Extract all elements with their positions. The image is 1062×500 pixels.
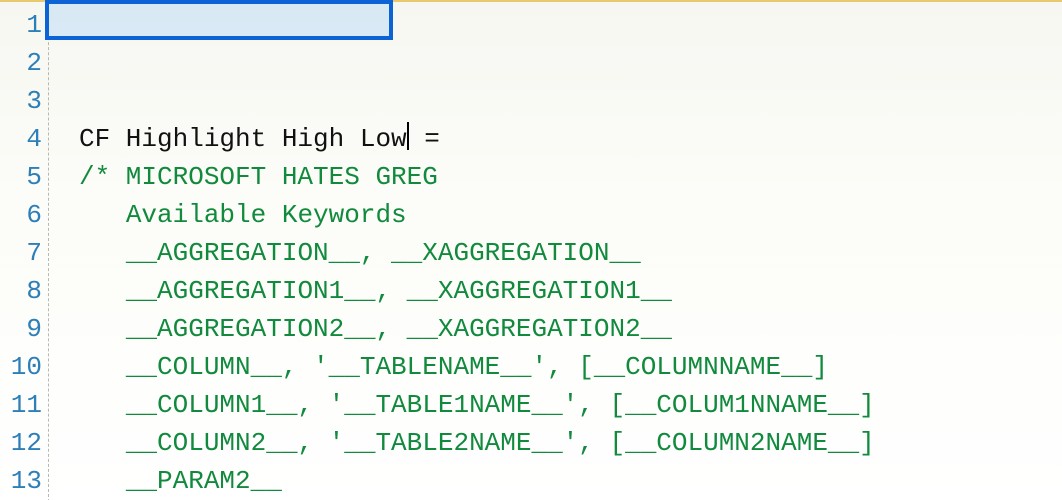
line-number: 3 xyxy=(0,82,48,120)
code-line[interactable]: __PARAM2__ xyxy=(79,462,1062,500)
code-text: __AGGREGATION__, __XAGGREGATION__ xyxy=(126,238,641,268)
indent xyxy=(79,390,126,420)
code-text: = xyxy=(409,124,440,154)
code-text: Available Keywords xyxy=(126,200,407,230)
line-number: 7 xyxy=(0,234,48,272)
code-text: __PARAM2__ xyxy=(126,466,282,496)
line-number: 11 xyxy=(0,386,48,424)
code-line[interactable]: __COLUMN1__, '__TABLE1NAME__', [__COLUM1… xyxy=(79,386,1062,424)
indent xyxy=(79,466,126,496)
indent xyxy=(79,314,126,344)
code-line[interactable]: /* MICROSOFT HATES GREG xyxy=(79,158,1062,196)
code-line[interactable]: CF Highlight High Low = xyxy=(79,120,1062,158)
code-line[interactable]: __COLUMN__, '__TABLENAME__', [__COLUMNNA… xyxy=(79,348,1062,386)
line-number: 12 xyxy=(0,424,48,462)
code-text: /* MICROSOFT HATES GREG xyxy=(79,162,438,192)
code-area[interactable]: CF Highlight High Low = /* MICROSOFT HATE… xyxy=(49,2,1062,500)
line-number: 10 xyxy=(0,348,48,386)
code-editor[interactable]: 12345678910111213 CF Highlight High Low … xyxy=(0,0,1062,500)
line-number: 9 xyxy=(0,310,48,348)
indent xyxy=(79,276,126,306)
code-text: __AGGREGATION2__, __XAGGREGATION2__ xyxy=(126,314,672,344)
line-number: 6 xyxy=(0,196,48,234)
indent xyxy=(79,428,126,458)
code-text: __COLUMN2__, '__TABLE2NAME__', [__COLUMN… xyxy=(126,428,875,458)
code-text: CF Highlight High Low xyxy=(79,124,407,154)
code-line[interactable]: __AGGREGATION2__, __XAGGREGATION2__ xyxy=(79,310,1062,348)
selection-highlight xyxy=(45,0,393,40)
code-text: __AGGREGATION1__, __XAGGREGATION1__ xyxy=(126,276,672,306)
code-line[interactable]: Available Keywords xyxy=(79,196,1062,234)
line-number: 13 xyxy=(0,462,48,500)
line-number: 2 xyxy=(0,44,48,82)
line-number: 8 xyxy=(0,272,48,310)
code-line[interactable]: __COLUMN2__, '__TABLE2NAME__', [__COLUMN… xyxy=(79,424,1062,462)
code-text: __COLUMN__, '__TABLENAME__', [__COLUMNNA… xyxy=(126,352,828,382)
code-line[interactable]: __AGGREGATION1__, __XAGGREGATION1__ xyxy=(79,272,1062,310)
line-number: 4 xyxy=(0,120,48,158)
line-number: 5 xyxy=(0,158,48,196)
line-number-gutter: 12345678910111213 xyxy=(0,2,49,500)
code-text: __COLUMN1__, '__TABLE1NAME__', [__COLUM1… xyxy=(126,390,875,420)
indent xyxy=(79,200,126,230)
code-line[interactable]: __AGGREGATION__, __XAGGREGATION__ xyxy=(79,234,1062,272)
indent xyxy=(79,238,126,268)
line-number: 1 xyxy=(0,6,48,44)
indent xyxy=(79,352,126,382)
